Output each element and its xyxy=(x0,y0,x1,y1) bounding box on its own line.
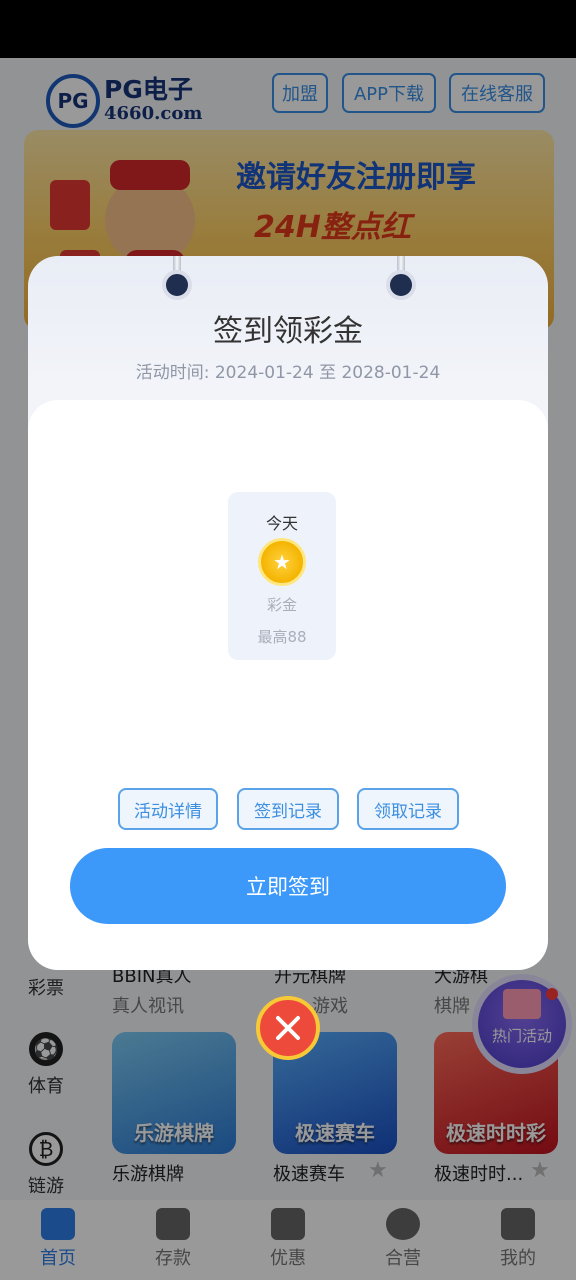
day-label: 今天 xyxy=(265,514,298,533)
activity-time: 活动时间: 2024-01-24 至 2028-01-24 xyxy=(135,363,441,383)
reward-label: 彩金 xyxy=(266,596,297,614)
modal-title: 签到领彩金 xyxy=(213,314,363,349)
binder-ring-icon xyxy=(162,256,192,300)
reward-max: 最高88 xyxy=(257,628,307,646)
day-card-today[interactable]: 今天 ★ 彩金 最高88 xyxy=(228,492,336,660)
claim-records-button[interactable]: 领取记录 xyxy=(357,788,459,830)
checkin-modal: 签到领彩金 活动时间: 2024-01-24 至 2028-01-24 今天 ★… xyxy=(28,256,548,970)
activity-details-button[interactable]: 活动详情 xyxy=(118,788,218,830)
close-icon xyxy=(276,1016,300,1040)
checkin-now-button[interactable]: 立即签到 xyxy=(70,848,506,924)
close-modal-button[interactable] xyxy=(256,996,320,1060)
binder-ring-icon xyxy=(386,256,416,300)
checkin-panel: 今天 ★ 彩金 最高88 活动详情 签到记录 领取记录 立即签到 xyxy=(28,400,548,970)
coin-star-icon: ★ xyxy=(258,538,306,586)
status-bar xyxy=(0,0,576,58)
checkin-records-button[interactable]: 签到记录 xyxy=(237,788,339,830)
